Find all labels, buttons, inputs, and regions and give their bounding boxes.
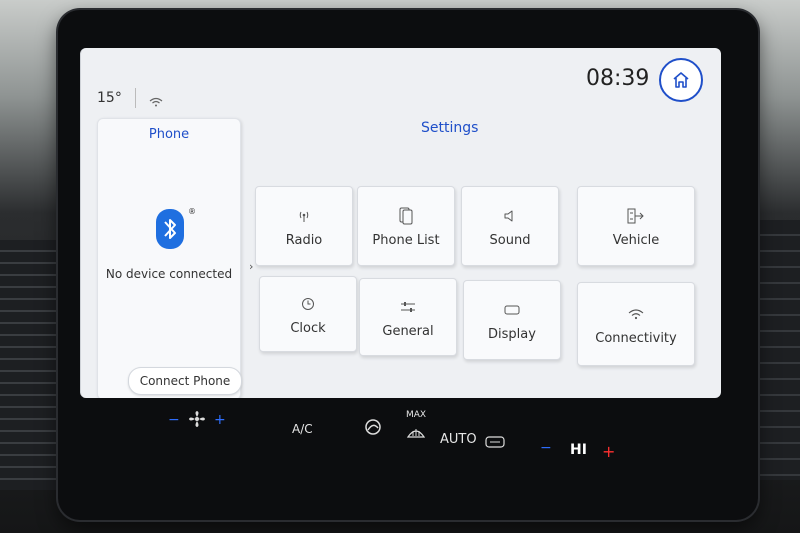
fan-speed-minus-button[interactable]: − xyxy=(540,440,552,456)
tile-connectivity[interactable]: Connectivity xyxy=(577,282,695,366)
tile-radio[interactable]: Radio xyxy=(255,186,353,266)
tile-label: Display xyxy=(488,326,536,342)
tile-label: Clock xyxy=(290,320,326,336)
outside-temperature: 15° xyxy=(97,90,122,106)
bluetooth-icon xyxy=(156,209,184,249)
rear-defrost-icon[interactable] xyxy=(484,434,506,453)
radio-antenna-icon xyxy=(297,205,311,227)
ac-button[interactable]: A/C xyxy=(292,422,313,436)
defrost-icon[interactable] xyxy=(406,424,426,443)
climate-control-bar: − + A/C MAX AUTO − HI + xyxy=(150,402,650,462)
wifi-status-icon xyxy=(149,92,163,111)
phone-panel-title: Phone xyxy=(148,127,190,142)
sliders-icon xyxy=(400,296,416,318)
home-button[interactable] xyxy=(659,58,703,102)
fan-icon xyxy=(188,410,206,432)
chevron-right-icon[interactable]: › xyxy=(249,260,253,273)
max-defrost-label: MAX xyxy=(406,410,427,420)
status-divider xyxy=(135,88,136,108)
settings-title: Settings xyxy=(421,120,479,136)
phone-panel[interactable]: Phone ® No device connected Connect Phon… xyxy=(97,118,242,398)
tile-label: Sound xyxy=(489,232,531,248)
bluetooth-registered-mark: ® xyxy=(188,207,196,216)
clock-icon xyxy=(301,293,315,315)
fan-speed-value: HI xyxy=(570,442,587,458)
tile-sound[interactable]: Sound xyxy=(461,186,559,266)
tile-label: Connectivity xyxy=(595,330,677,346)
wifi-icon xyxy=(628,303,644,325)
tile-label: General xyxy=(382,323,434,339)
fan-minus-button[interactable]: − xyxy=(168,412,180,428)
no-device-message: No device connected xyxy=(105,267,233,281)
clock-display: 08:39 xyxy=(586,66,650,91)
auto-button[interactable]: AUTO xyxy=(440,432,477,447)
tile-phone-list[interactable]: Phone List xyxy=(357,186,455,266)
vehicle-icon xyxy=(625,205,647,227)
tile-display[interactable]: Display xyxy=(463,280,561,360)
recirculation-icon[interactable] xyxy=(362,418,384,440)
speaker-icon xyxy=(503,205,517,227)
tile-label: Phone List xyxy=(372,232,440,248)
tile-general[interactable]: General xyxy=(359,278,457,356)
tile-label: Radio xyxy=(285,232,323,248)
connect-phone-button[interactable]: Connect Phone xyxy=(128,367,242,395)
display-icon xyxy=(504,299,520,321)
tile-vehicle[interactable]: Vehicle xyxy=(577,186,695,266)
tile-label: Vehicle xyxy=(612,232,660,248)
tile-clock[interactable]: Clock xyxy=(259,276,357,352)
home-icon xyxy=(673,72,689,88)
infotainment-screen: 15° 08:39 Phone ® No device connected Co… xyxy=(80,48,721,398)
phone-list-icon xyxy=(399,205,413,227)
fan-speed-plus-button[interactable]: + xyxy=(602,442,615,461)
fan-plus-button[interactable]: + xyxy=(214,412,226,428)
